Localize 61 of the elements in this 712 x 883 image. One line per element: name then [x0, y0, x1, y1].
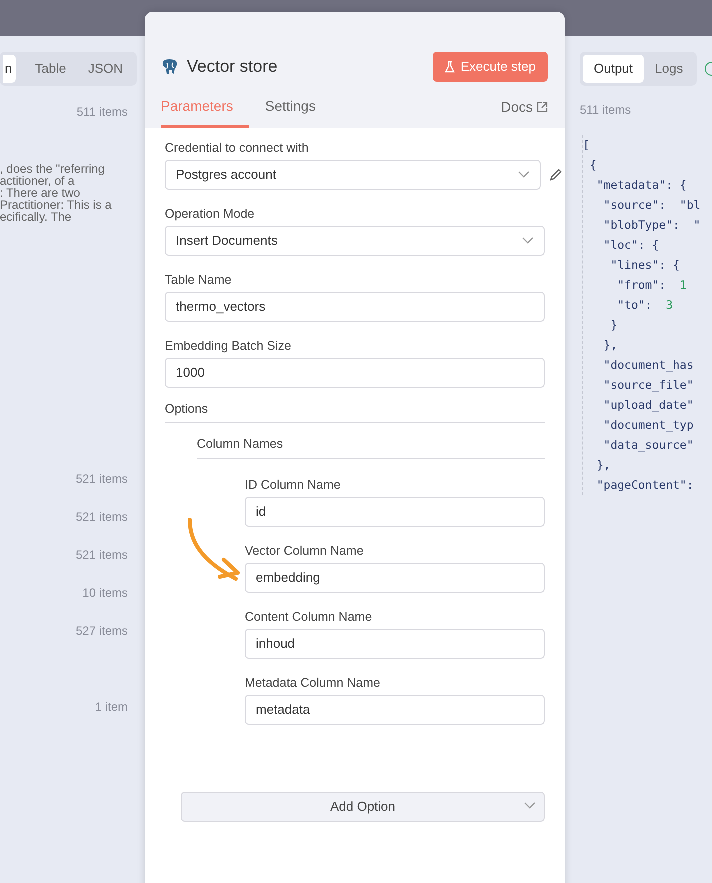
item-count: 521 items [74, 471, 129, 488]
code-line: "blobType": " [602, 216, 701, 234]
code-line: "source_file" [602, 376, 694, 394]
field-label: Content Column Name [245, 609, 374, 625]
input-field[interactable]: thermo_vectors [165, 292, 545, 322]
node-title: Vector store [187, 56, 278, 78]
code-line: "lines": { [610, 256, 680, 274]
code-line: "upload_date" [602, 396, 694, 414]
group-heading: Column Names [197, 435, 545, 459]
view-tab[interactable]: n [3, 55, 16, 82]
code-line: "data_source" [602, 436, 694, 454]
code-line: "document_has [602, 356, 694, 374]
input-field[interactable]: 1000 [165, 358, 545, 388]
field-label: Vector Column Name [245, 543, 365, 559]
description-text: , does the "referring actitioner, of a : There are two Practitioner: This is a ecifically. The [0, 163, 113, 223]
code-line: "to": 3 [616, 296, 674, 314]
elephant-icon [161, 58, 179, 76]
view-tab[interactable]: JSON [77, 55, 134, 82]
input-field[interactable]: embedding [245, 563, 545, 593]
docs-link[interactable]: Docs [501, 96, 548, 128]
add-option-button[interactable]: Add Option [181, 792, 545, 822]
field-label: Credential to connect with [165, 140, 310, 156]
item-count: 527 items [74, 623, 129, 640]
field-label: Metadata Column Name [245, 675, 382, 691]
field-label: Embedding Batch Size [165, 338, 292, 354]
code-line: "from": 1 [616, 276, 687, 294]
caret-icon [524, 802, 536, 810]
code-line: "document_typ [602, 416, 694, 434]
field-label: Table Name [165, 272, 233, 288]
code-line: "metadata": { [596, 176, 687, 194]
edit-icon[interactable] [549, 168, 563, 182]
code-line: { [588, 156, 597, 174]
code-line: }, [602, 336, 618, 354]
item-count: 1 item [94, 699, 129, 716]
output-tab[interactable]: Output [583, 55, 644, 82]
caret-icon [522, 236, 534, 244]
panel-tab[interactable]: Settings [265, 90, 332, 128]
code-line: "pageContent": [596, 476, 694, 494]
item-count: 10 items [82, 585, 129, 602]
input-field[interactable]: id [245, 497, 545, 527]
code-line: "loc": { [602, 236, 660, 254]
code-line: [ [583, 136, 590, 154]
field-label: ID Column Name [245, 477, 342, 493]
input-field[interactable]: inhoud [245, 629, 545, 659]
code-line: "source": "bl [602, 196, 701, 214]
item-count: 521 items [74, 547, 129, 564]
code-line: }, [596, 456, 611, 474]
options-heading: Options [165, 400, 545, 424]
item-count: 521 items [74, 509, 129, 526]
select-field[interactable]: Postgres account [165, 160, 541, 190]
item-count: 511 items [580, 102, 632, 118]
output-tab[interactable]: Logs [644, 55, 694, 82]
view-tab[interactable]: Table [24, 55, 78, 82]
field-label: Operation Mode [165, 206, 256, 222]
caret-icon [518, 170, 530, 178]
select-field[interactable]: Insert Documents [165, 226, 545, 256]
external-link-icon [537, 102, 548, 112]
input-field[interactable]: metadata [245, 695, 545, 725]
code-line: } [610, 316, 618, 334]
item-count: 511 items [76, 104, 129, 121]
flask-icon [444, 60, 455, 73]
